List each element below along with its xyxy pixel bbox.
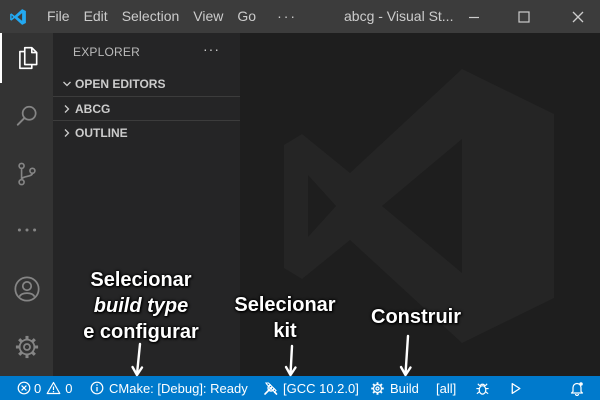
- activity-accounts[interactable]: [0, 264, 53, 314]
- menu-view[interactable]: View: [186, 0, 230, 33]
- source-control-icon: [17, 162, 36, 186]
- chevron-down-icon: [59, 76, 75, 92]
- arrow-down-icon: [131, 342, 144, 377]
- bell-icon: [570, 381, 584, 396]
- chevron-right-icon: [59, 101, 75, 117]
- arrow-down-icon: [399, 334, 412, 377]
- cmake-status-label: CMake: [Debug]: Ready: [109, 380, 248, 396]
- activity-source-control[interactable]: [0, 149, 53, 199]
- error-icon: [17, 381, 31, 395]
- warning-icon: [46, 381, 61, 395]
- menu-more[interactable]: ···: [263, 0, 307, 33]
- status-bar: 0 0 CMake: [Debug]: Ready [GCC 10.2.0] B…: [0, 376, 600, 400]
- chevron-right-icon: [59, 125, 75, 141]
- files-icon: [18, 46, 37, 70]
- kit-selector[interactable]: [GCC 10.2.0]: [263, 376, 359, 400]
- annotation-build-type: Selecionar build type e configurar: [66, 267, 216, 345]
- annotation-kit: Selecionar kit: [222, 292, 348, 344]
- build-button[interactable]: Build: [370, 376, 419, 400]
- menu-selection[interactable]: Selection: [115, 0, 187, 33]
- activity-settings[interactable]: [0, 322, 53, 372]
- build-target[interactable]: [all]: [436, 376, 456, 400]
- section-open-editors[interactable]: OPEN EDITORS: [53, 72, 240, 96]
- build-label: Build: [390, 380, 419, 396]
- menu-edit[interactable]: Edit: [77, 0, 115, 33]
- minimize-icon: [469, 16, 479, 18]
- section-label: OPEN EDITORS: [75, 77, 166, 91]
- kit-label: [GCC 10.2.0]: [283, 380, 359, 396]
- title-bar: File Edit Selection View Go ··· abcg - V…: [0, 0, 600, 33]
- section-abcg[interactable]: ABCG: [53, 96, 240, 120]
- notifications-button[interactable]: [570, 376, 584, 400]
- search-icon: [16, 105, 37, 126]
- account-icon: [13, 276, 40, 302]
- menu-go[interactable]: Go: [230, 0, 263, 33]
- annotation-line: Selecionar: [234, 294, 336, 316]
- activity-more[interactable]: [0, 205, 53, 255]
- problems-indicator[interactable]: 0 0: [17, 376, 72, 400]
- cmake-status[interactable]: CMake: [Debug]: Ready: [90, 376, 248, 400]
- explorer-title: EXPLORER: [73, 45, 140, 59]
- arrow-down-icon: [284, 344, 297, 377]
- activity-search[interactable]: [0, 91, 53, 141]
- warning-count: 0: [65, 380, 73, 396]
- annotation-build: Construir: [356, 304, 476, 330]
- play-icon: [511, 382, 521, 394]
- annotation-line: kit: [273, 320, 297, 342]
- section-label: ABCG: [75, 101, 111, 116]
- tools-icon: [264, 381, 278, 395]
- maximize-icon: [518, 10, 530, 23]
- menu-file[interactable]: File: [36, 0, 77, 33]
- bug-icon: [476, 382, 489, 395]
- activity-bar: [0, 33, 53, 376]
- activity-explorer[interactable]: [0, 33, 53, 83]
- section-label: OUTLINE: [75, 125, 128, 140]
- window-title: abcg - Visual St...: [344, 8, 454, 24]
- annotation-line: Selecionar: [90, 269, 192, 291]
- gear-icon: [371, 381, 384, 395]
- menu-bar: File Edit Selection View Go ···: [36, 0, 307, 33]
- minimize-button[interactable]: [456, 0, 492, 33]
- run-button[interactable]: [509, 376, 522, 400]
- more-icon: [17, 228, 36, 232]
- debug-button[interactable]: [475, 376, 490, 400]
- vscode-logo-icon: [0, 0, 36, 33]
- maximize-button[interactable]: [506, 0, 542, 33]
- annotation-line: build type: [93, 295, 189, 317]
- gear-icon: [15, 335, 38, 359]
- info-icon: [90, 381, 104, 395]
- close-icon: [572, 11, 584, 22]
- explorer-more-button[interactable]: ···: [203, 41, 220, 57]
- error-count: 0: [34, 380, 42, 396]
- explorer-header: EXPLORER ···: [53, 33, 240, 71]
- close-button[interactable]: [560, 0, 596, 33]
- annotation-line: Construir: [371, 306, 461, 328]
- section-outline[interactable]: OUTLINE: [53, 120, 240, 144]
